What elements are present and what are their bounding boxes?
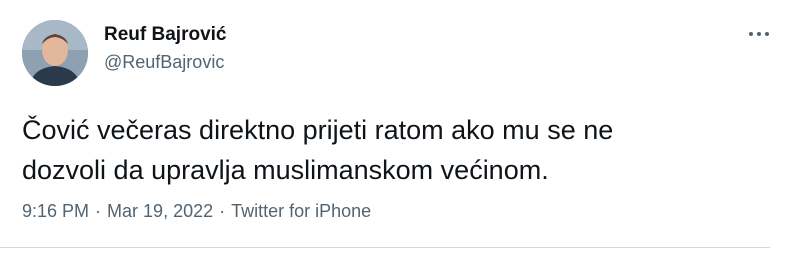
tweet-card: Reuf Bajrović @ReufBajrovic Čović večera… bbox=[0, 0, 800, 254]
profile-photo-icon bbox=[22, 20, 88, 86]
tweet-source[interactable]: Twitter for iPhone bbox=[231, 201, 371, 221]
author-handle[interactable]: @ReufBajrovic bbox=[104, 52, 224, 73]
divider bbox=[0, 247, 770, 248]
author-name[interactable]: Reuf Bajrović bbox=[104, 24, 226, 46]
tweet-text: Čović večeras direktno prijeti ratom ako… bbox=[22, 110, 762, 190]
meta-separator: · bbox=[95, 201, 102, 221]
tweet-time[interactable]: 9:16 PM bbox=[22, 201, 89, 221]
tweet-date[interactable]: Mar 19, 2022 bbox=[107, 201, 213, 221]
dot bbox=[757, 32, 761, 36]
meta-separator: · bbox=[219, 201, 226, 221]
avatar[interactable] bbox=[22, 20, 88, 86]
dot bbox=[749, 32, 753, 36]
dot bbox=[765, 32, 769, 36]
more-horizontal-icon[interactable] bbox=[744, 24, 774, 44]
tweet-text-line: dozvoli da upravlja muslimanskom većinom… bbox=[22, 155, 549, 185]
tweet-meta: 9:16 PM · Mar 19, 2022 · Twitter for iPhone bbox=[22, 201, 371, 222]
tweet-text-line: Čović večeras direktno prijeti ratom ako… bbox=[22, 115, 614, 145]
